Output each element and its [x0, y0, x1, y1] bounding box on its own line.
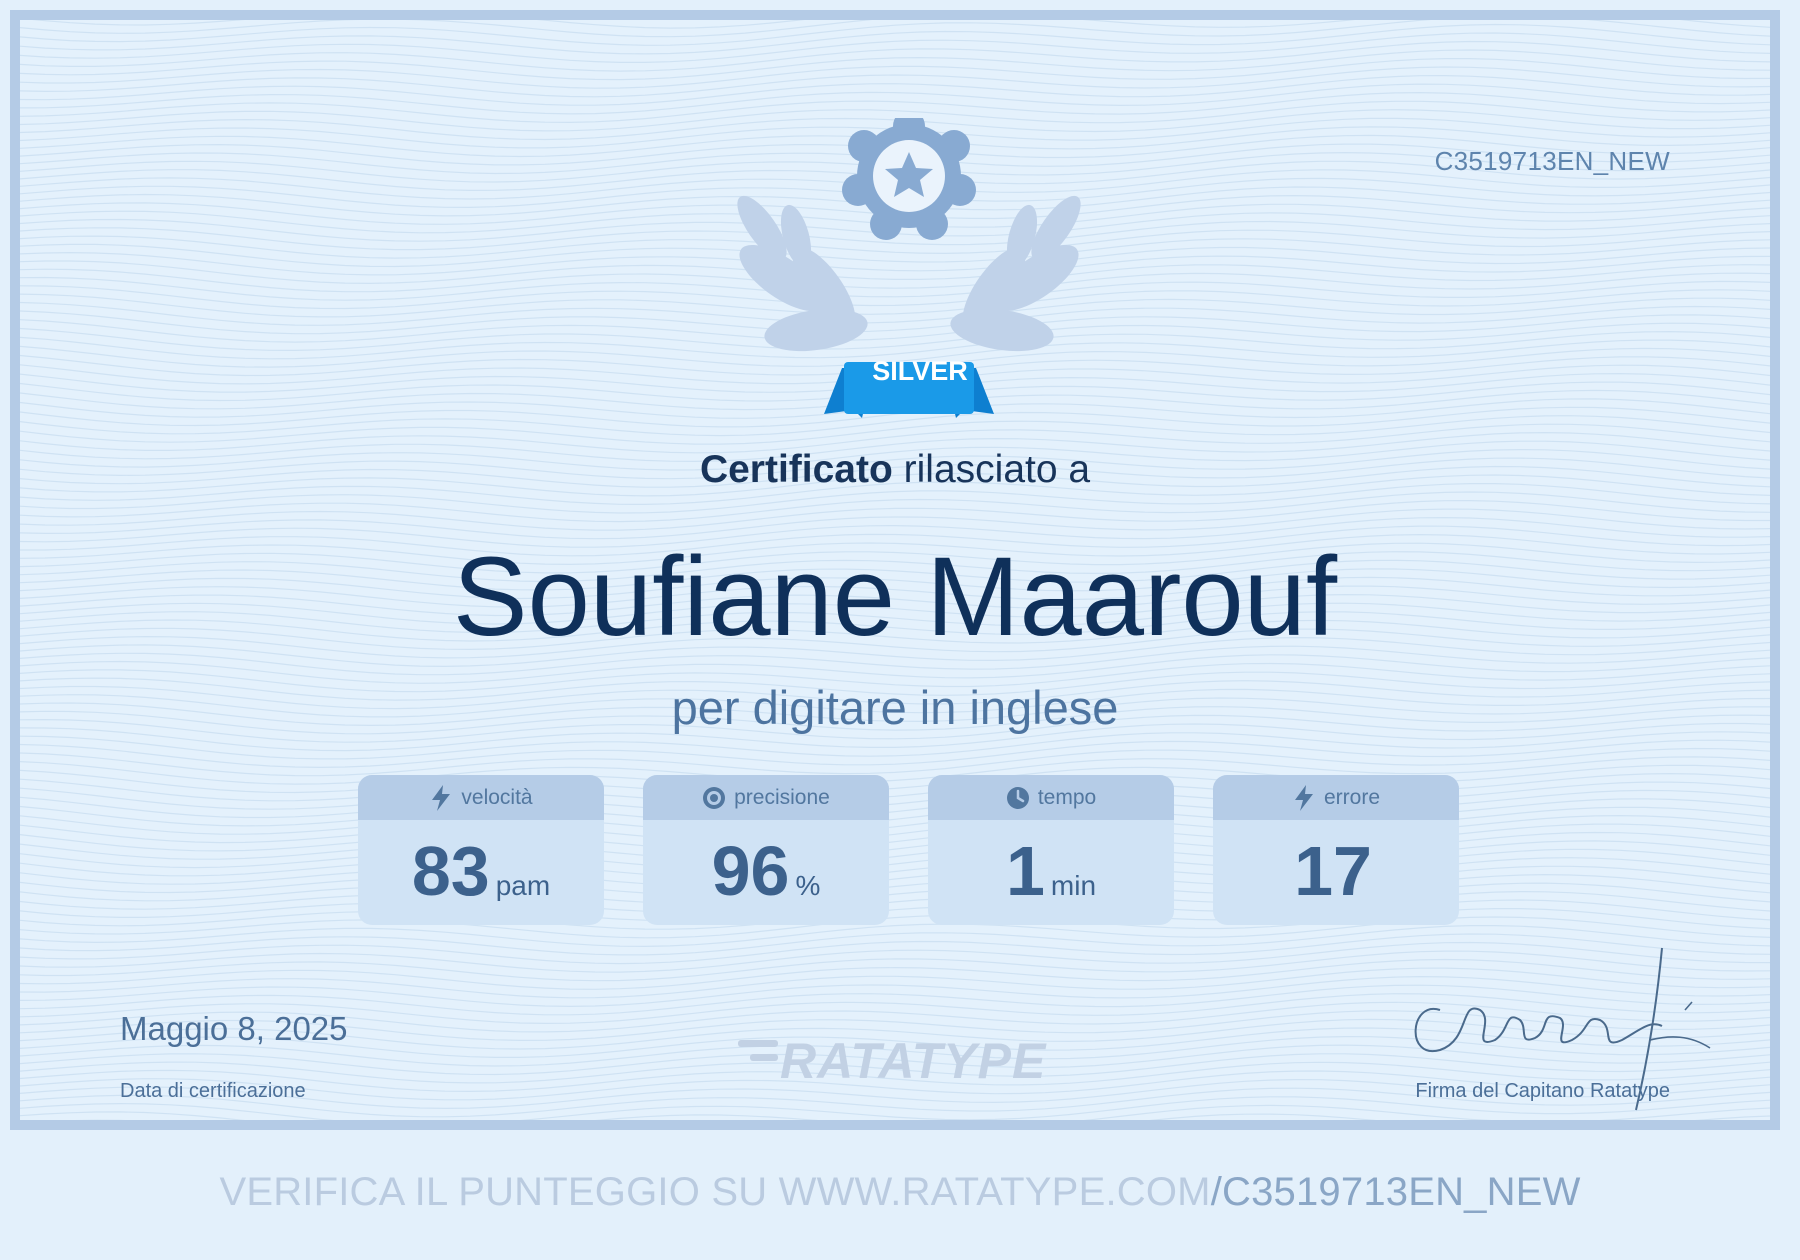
certificate-purpose: per digitare in inglese: [671, 681, 1119, 734]
verify-prefix: VERIFICA IL PUNTEGGIO SU WWW.RATATYPE.CO…: [219, 1170, 1211, 1214]
stat-unit: %: [795, 870, 821, 901]
certificate: C3519713EN_NEW SILVER Certificato rilasc…: [10, 10, 1780, 1130]
stat-speed: velocità 83 pam: [358, 775, 604, 925]
certificate-id: C3519713EN_NEW: [1434, 146, 1670, 176]
stat-value: 17: [1294, 832, 1372, 910]
stat-label: tempo: [1037, 785, 1097, 809]
stat-unit: min: [1050, 870, 1097, 901]
issued-rest: rilasciato a: [892, 448, 1091, 491]
stat-accuracy: precisione 96 %: [643, 775, 889, 925]
certification-date: Maggio 8, 2025: [120, 1010, 348, 1047]
stat-errors: errore 17: [1213, 775, 1459, 925]
lightning-icon: [432, 784, 451, 811]
clock-icon: [1006, 786, 1029, 809]
stat-time: tempo 1 min: [928, 775, 1174, 925]
ratatype-logo: RATATYPE: [736, 1032, 1045, 1089]
certification-date-label: Data di certificazione: [120, 1080, 306, 1102]
stat-label: velocità: [461, 785, 533, 809]
stat-value: 96: [711, 832, 790, 910]
logo-speed-lines-icon: [738, 1040, 778, 1061]
verify-score-line: VERIFICA IL PUNTEGGIO SU WWW.RATATYPE.CO…: [0, 1170, 1800, 1215]
stat-label: errore: [1323, 785, 1381, 809]
issued-to-line: Certificato rilasciato a: [20, 448, 1770, 492]
logo-text: RATATYPE: [780, 1033, 1047, 1089]
stat-label: precisione: [734, 785, 830, 809]
recipient-name: Soufiane Maarouf: [452, 534, 1338, 659]
target-icon: [703, 786, 726, 809]
stat-value: 83: [411, 832, 490, 910]
stat-value: 1: [1005, 832, 1045, 910]
level-badge: SILVER: [872, 356, 968, 386]
signature-label: Firma del Capitano Ratatype: [1415, 1080, 1670, 1102]
issued-bold: Certificato: [699, 448, 893, 491]
verify-code: /C3519713EN_NEW: [1210, 1170, 1581, 1214]
lightning-icon: [1294, 784, 1313, 811]
stat-unit: pam: [495, 870, 551, 901]
